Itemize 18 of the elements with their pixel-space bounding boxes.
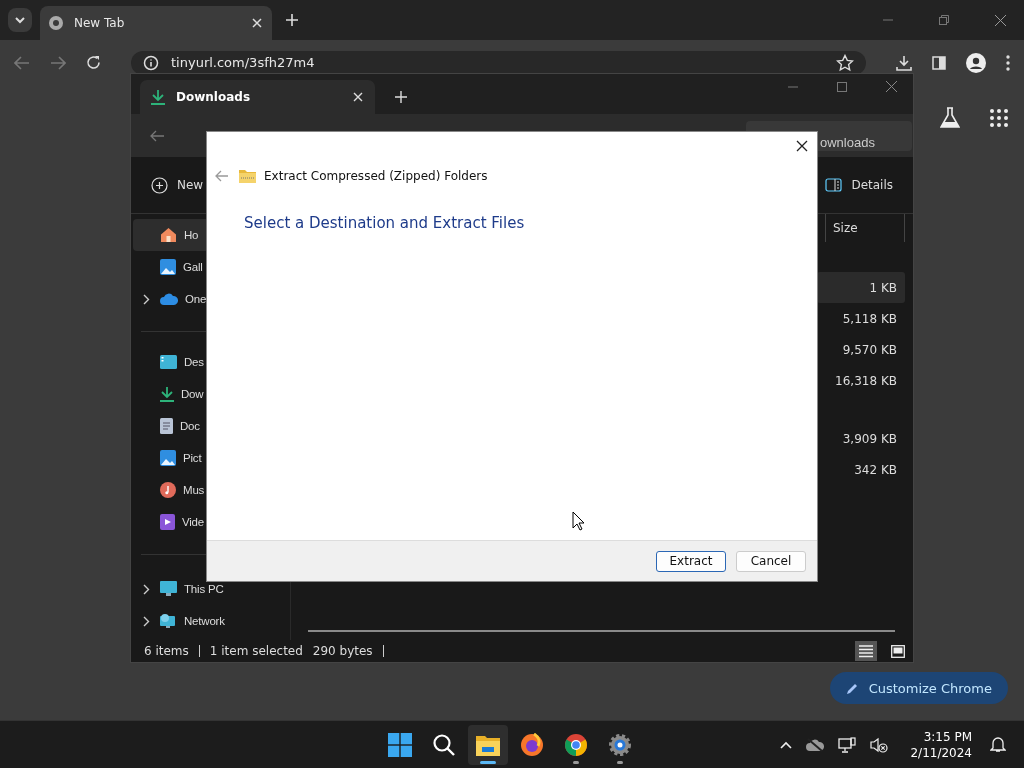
sidebar-label: Network — [184, 615, 225, 627]
item-count: 6 items — [144, 644, 189, 658]
sidebar-label: Dow — [181, 388, 204, 400]
sidebar-label: This PC — [184, 583, 224, 595]
sidebar-label: One — [185, 293, 207, 305]
sidebar-label: Ho — [184, 229, 199, 241]
selection-status: 1 item selected — [209, 644, 303, 658]
sidebar-label: Des — [184, 356, 204, 368]
selection-size: 290 bytes — [312, 644, 373, 658]
sidebar-label: Vide — [182, 516, 204, 528]
tab-title: Downloads — [176, 90, 251, 104]
dialog-title: Extract Compressed (Zipped) Folders — [264, 169, 488, 183]
sidebar-label: Pict — [183, 452, 202, 464]
sidebar-label: Doc — [180, 420, 200, 432]
tab-title: New Tab — [74, 16, 126, 30]
sidebar-label: Gall — [183, 261, 203, 273]
dialog-heading: Select a Destination and Extract Files — [243, 213, 526, 232]
sidebar-label: Mus — [183, 484, 205, 496]
